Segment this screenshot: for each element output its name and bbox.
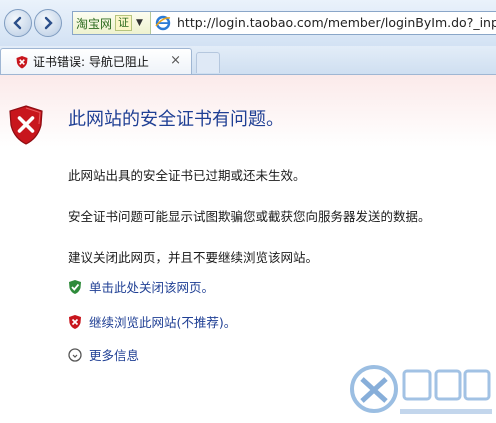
forward-arrow-icon: [44, 16, 53, 30]
close-icon[interactable]: ×: [170, 53, 181, 68]
forward-button[interactable]: [34, 9, 62, 37]
ie-page-icon: [155, 15, 171, 31]
tab-certificate-error[interactable]: 证书错误: 导航已阻止 ×: [0, 48, 192, 74]
url-text[interactable]: http://login.taobao.com/member/loginByIm…: [177, 14, 496, 32]
site-watermark-logo: [350, 365, 492, 414]
chevron-down-icon[interactable]: ▼: [136, 18, 143, 28]
back-button[interactable]: [4, 9, 32, 37]
address-bar[interactable]: 淘宝网 证 ▼ http://login.taobao.com/member/l…: [72, 11, 496, 35]
certificate-badge[interactable]: 证: [115, 15, 133, 31]
error-description: 此网站出具的安全证书已过期或还未生效。: [68, 168, 306, 183]
more-info-label[interactable]: 更多信息: [89, 345, 139, 364]
green-shield-icon: [69, 279, 81, 294]
red-shield-icon: [9, 105, 43, 145]
info-icon: [68, 347, 82, 362]
error-page: 此网站的安全证书有问题。 此网站出具的安全证书已过期或还未生效。 安全证书问题可…: [0, 75, 496, 414]
recommendation: 建议关闭此网页，并且不要继续浏览该网站。: [68, 250, 319, 265]
red-shield-icon: [16, 55, 28, 68]
tab-strip: 证书错误: 导航已阻止 ×: [0, 46, 496, 75]
more-info-link[interactable]: 更多信息: [68, 345, 139, 364]
close-page-label[interactable]: 单击此处关闭该网页。: [89, 277, 214, 296]
security-warning: 安全证书问题可能显示试图欺骗您或截获您向服务器发送的数据。: [68, 209, 431, 224]
new-tab-button[interactable]: [196, 52, 220, 73]
continue-link[interactable]: 继续浏览此网站(不推荐)。: [68, 312, 236, 331]
compat-view-dropdown[interactable]: 淘宝网 证 ▼: [73, 12, 151, 34]
tab-label: 证书错误: 导航已阻止: [33, 55, 149, 69]
continue-label[interactable]: 继续浏览此网站(不推荐)。: [89, 312, 236, 331]
navigation-bar: 淘宝网 证 ▼ http://login.taobao.com/member/l…: [0, 0, 496, 46]
close-page-link[interactable]: 单击此处关闭该网页。: [68, 277, 214, 296]
red-shield-icon: [69, 314, 81, 329]
back-arrow-icon: [13, 16, 22, 30]
page-title: 此网站的安全证书有问题。: [68, 109, 284, 130]
compat-view-label: 淘宝网: [76, 16, 113, 31]
